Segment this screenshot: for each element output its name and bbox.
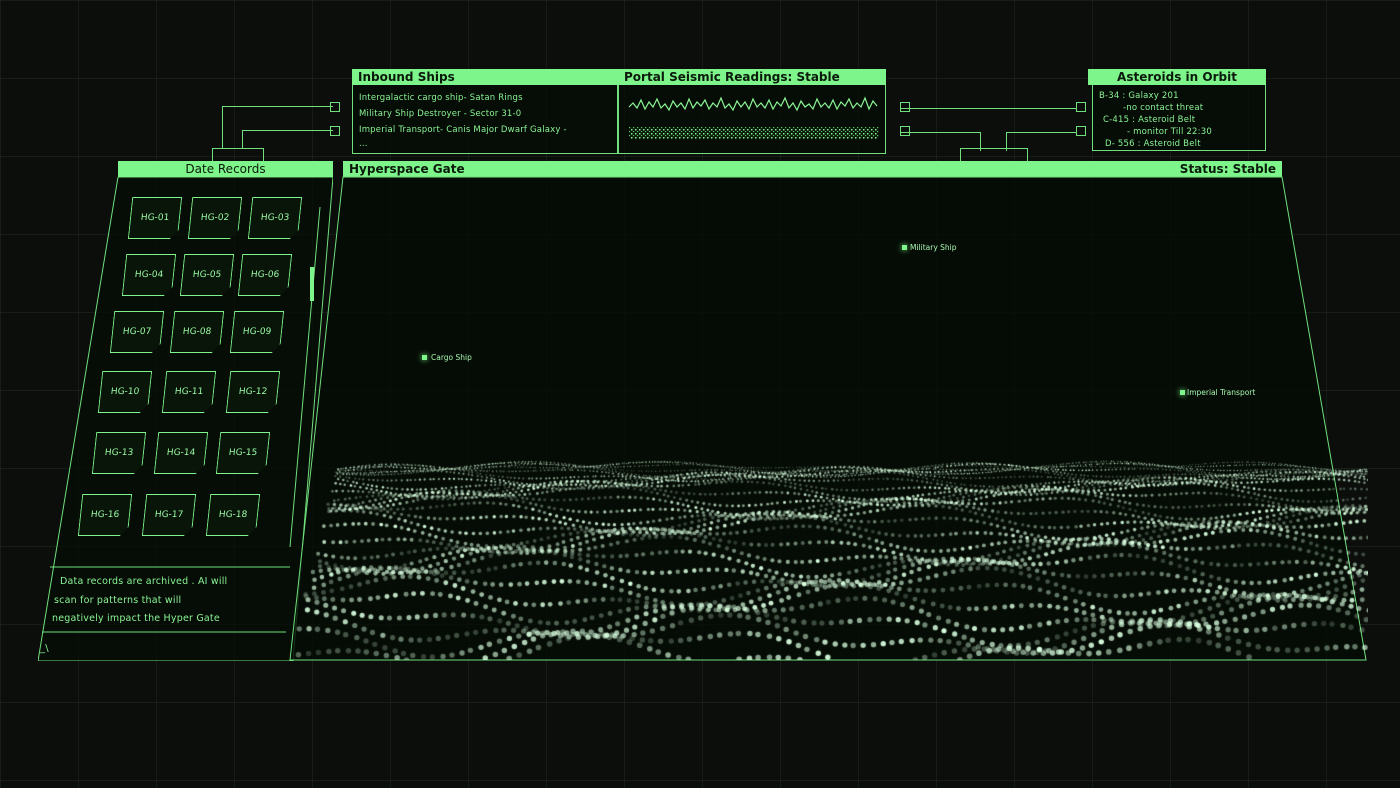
inbound-ship-item[interactable]: Imperial Transport- Canis Major Dwarf Ga… <box>359 125 567 135</box>
asteroids-header: Asteroids in Orbit <box>1088 69 1266 85</box>
seismic-port-left <box>330 102 340 112</box>
imperial-transport-label: Imperial Transport <box>1187 388 1256 397</box>
inbound-ship-item[interactable]: Military Ship Destroyer - Sector 31-0 <box>359 109 521 119</box>
asteroid-line: B-34 : Galaxy 201 <box>1099 91 1179 101</box>
hyperspace-status: Status: Stable <box>1179 162 1276 176</box>
asteroid-line: -no contact threat <box>1123 103 1204 113</box>
date-record-tile[interactable]: HG-09 <box>230 311 284 353</box>
cargo-ship-label: Cargo Ship <box>431 353 472 362</box>
seismic-line <box>628 96 878 112</box>
date-records-note-line: negatively impact the Hyper Gate <box>52 613 220 624</box>
asteroids-panel: B-34 : Galaxy 201 -no contact threat C-4… <box>1092 85 1266 151</box>
asteroid-port-2 <box>1076 126 1086 136</box>
particle-field <box>288 460 1368 660</box>
hud-stage: Inbound Ships Intergalactic cargo ship- … <box>0 0 1400 788</box>
asteroid-line: D- 556 : Asteroid Belt <box>1105 139 1201 149</box>
date-record-tile[interactable]: HG-10 <box>98 371 152 413</box>
wire-connector-right <box>960 148 1028 162</box>
seismic-port-right-2 <box>900 126 910 136</box>
seismic-waveform <box>628 96 879 139</box>
asteroid-port <box>1076 102 1086 112</box>
hyperspace-title: Hyperspace Gate <box>349 162 465 176</box>
seismic-port-left-2 <box>330 126 340 136</box>
seismic-panel <box>618 85 886 154</box>
inbound-ships-panel: Intergalactic cargo ship- Satan Rings Mi… <box>352 85 618 154</box>
military-ship-label: Military Ship <box>910 243 957 252</box>
cargo-ship-marker[interactable] <box>422 355 427 360</box>
date-record-tile[interactable]: HG-01 <box>128 197 182 239</box>
wire-connector-left <box>212 148 264 162</box>
asteroid-line: C-415 : Asteroid Belt <box>1103 115 1196 125</box>
wire-left-bottom <box>242 130 333 149</box>
seismic-header: Portal Seismic Readings: Stable <box>618 69 886 85</box>
inbound-ship-more[interactable]: ... <box>359 139 368 149</box>
command-prompt[interactable]: _\ <box>40 643 49 654</box>
date-record-tile[interactable]: HG-08 <box>170 311 224 353</box>
date-record-tile[interactable]: HG-16 <box>78 494 132 536</box>
date-record-tile[interactable]: HG-12 <box>226 371 280 413</box>
date-record-tile[interactable]: HG-03 <box>248 197 302 239</box>
date-record-tile[interactable]: HG-15 <box>216 432 270 474</box>
seismic-port-right <box>900 102 910 112</box>
imperial-transport-marker[interactable] <box>1180 390 1185 395</box>
inbound-ships-header: Inbound Ships <box>352 69 618 85</box>
date-record-tile[interactable]: HG-05 <box>180 254 234 296</box>
date-record-tile[interactable]: HG-07 <box>110 311 164 353</box>
date-records-title: Date Records <box>185 162 266 176</box>
date-record-tile[interactable]: HG-06 <box>238 254 292 296</box>
wire-mid-right <box>900 108 1076 110</box>
date-records-note-line: Data records are archived . AI will <box>60 576 228 587</box>
date-record-tile[interactable]: HG-13 <box>92 432 146 474</box>
asteroids-title: Asteroids in Orbit <box>1117 70 1237 84</box>
asteroid-line: - monitor Till 22:30 <box>1127 127 1212 137</box>
date-record-tile[interactable]: HG-14 <box>154 432 208 474</box>
date-record-tile[interactable]: HG-18 <box>206 494 260 536</box>
date-records-header: Date Records <box>118 161 333 177</box>
date-record-tile[interactable]: HG-17 <box>142 494 196 536</box>
military-ship-marker[interactable] <box>902 245 907 250</box>
seismic-title: Portal Seismic Readings: Stable <box>624 70 840 84</box>
seismic-noise-band <box>629 127 879 139</box>
inbound-ship-item[interactable]: Intergalactic cargo ship- Satan Rings <box>359 93 523 103</box>
inbound-ships-title: Inbound Ships <box>358 70 455 84</box>
date-record-tile[interactable]: HG-02 <box>188 197 242 239</box>
date-record-tile[interactable]: HG-11 <box>162 371 216 413</box>
date-records-note-line: scan for patterns that will <box>54 595 182 606</box>
hyperspace-header: Hyperspace Gate Status: Stable <box>343 161 1282 177</box>
date-record-tile[interactable]: HG-04 <box>122 254 176 296</box>
